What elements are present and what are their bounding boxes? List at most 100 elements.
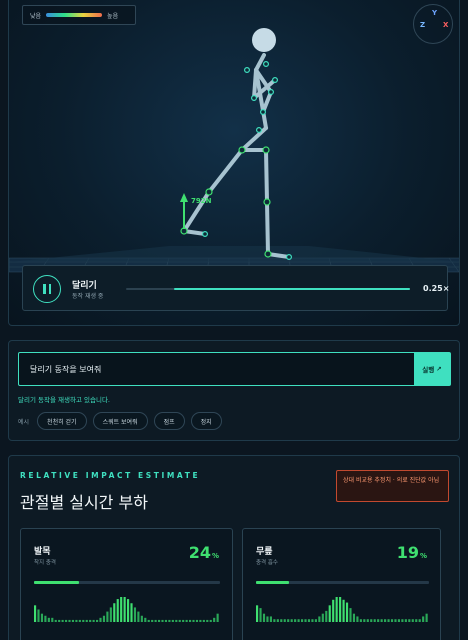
history-bar	[411, 619, 414, 622]
history-bar	[373, 619, 376, 622]
history-bar	[262, 613, 266, 622]
history-bar	[335, 597, 338, 622]
load-legend: 낮음 높음	[22, 5, 136, 25]
axis-y-label: Y	[432, 9, 438, 17]
history-bar	[175, 619, 178, 622]
joint-load-bar	[34, 581, 220, 584]
history-bar	[113, 603, 116, 622]
history-bar	[425, 613, 428, 622]
pause-icon	[43, 284, 46, 294]
history-bar	[195, 619, 199, 622]
history-bar	[206, 619, 209, 622]
history-bar	[209, 619, 212, 622]
joint-subtitle: 착지 충격	[34, 560, 56, 566]
history-bar	[283, 619, 286, 622]
motion-viewer[interactable]: 792N 낮음 높음 Y Z X 달리기 동작 재생 중 0.25×	[8, 0, 460, 326]
history-bar	[47, 617, 50, 622]
history-bar	[82, 619, 85, 622]
history-bar	[96, 619, 99, 622]
animation-title: 달리기	[72, 281, 97, 291]
history-bar	[58, 619, 61, 622]
history-bar	[123, 597, 126, 622]
history-bar	[349, 608, 352, 622]
history-bar	[109, 607, 112, 622]
history-bar	[147, 619, 150, 622]
joint-load-fill	[256, 581, 289, 584]
history-bar	[314, 619, 317, 622]
history-bar	[290, 619, 293, 622]
history-bar	[307, 619, 311, 622]
history-bar	[216, 613, 219, 622]
head	[252, 28, 276, 52]
history-bar	[158, 619, 161, 622]
pause-button[interactable]	[33, 275, 61, 303]
prompt-panel: 실행 ↗ 달리기 동작을 재생하고 있습니다. 예시 천천히 걷기 스쿼트 보여…	[8, 340, 460, 441]
history-bar	[61, 619, 64, 622]
example-chip-stop[interactable]: 정지	[190, 412, 222, 430]
history-bar	[266, 616, 269, 622]
history-bar	[380, 619, 383, 622]
impact-eyebrow: RELATIVE IMPACT ESTIMATE	[20, 471, 201, 480]
history-bar	[366, 619, 369, 622]
impact-panel: RELATIVE IMPACT ESTIMATE 관절별 실시간 부하 상대 비…	[8, 455, 460, 640]
history-bar	[256, 605, 259, 622]
joint-load-fill	[34, 581, 79, 584]
history-bar	[185, 619, 188, 622]
history-bar	[318, 616, 321, 622]
timeline-slider[interactable]	[126, 288, 410, 290]
history-bar	[144, 617, 147, 622]
history-bar	[34, 605, 37, 622]
legend-low-label: 낮음	[30, 12, 42, 20]
prompt-box: 실행 ↗	[18, 352, 451, 386]
history-bar	[325, 610, 328, 622]
history-bar	[415, 619, 418, 622]
examples-label: 예시	[18, 418, 30, 426]
history-bar	[68, 619, 71, 622]
history-bar	[164, 619, 168, 622]
history-bar	[182, 619, 185, 622]
example-chip-squat[interactable]: 스쿼트 보여줘	[92, 412, 148, 430]
history-bar	[418, 619, 421, 622]
prompt-input[interactable]	[19, 353, 407, 385]
history-bar	[161, 619, 164, 622]
history-bar	[401, 619, 404, 622]
joint-card-knee: 무릎 충격 흡수 19%	[242, 528, 441, 640]
history-bar	[321, 613, 324, 622]
skeleton	[182, 28, 291, 259]
history-bar	[44, 615, 47, 622]
history-bar	[273, 619, 276, 622]
history-bar	[276, 619, 279, 622]
history-bar	[192, 619, 195, 622]
run-button[interactable]: 실행 ↗	[414, 353, 450, 385]
joint-percent-unit: %	[211, 552, 219, 560]
history-bar	[51, 617, 54, 622]
history-bar	[213, 617, 216, 622]
history-bar	[171, 619, 174, 622]
history-bar	[394, 619, 397, 622]
joint-history-chart	[256, 597, 428, 622]
joint-percent: 24%	[189, 543, 219, 562]
axis-gizmo-icon[interactable]: Y Z X	[413, 4, 453, 44]
history-bar	[332, 599, 335, 622]
history-bar	[168, 619, 171, 622]
example-chip-walk[interactable]: 천천히 걷기	[37, 412, 87, 430]
history-bar	[397, 619, 401, 622]
history-bar	[40, 613, 44, 622]
history-bar	[199, 619, 202, 622]
history-bar	[356, 616, 359, 622]
impact-title: 관절별 실시간 부하	[20, 493, 148, 512]
history-bar	[404, 619, 407, 622]
history-bar	[102, 615, 106, 622]
playback-speed[interactable]: 0.25×	[423, 284, 449, 293]
force-label: 792N	[191, 197, 212, 205]
animation-status: 동작 재생 중	[72, 293, 104, 300]
joint-history-chart	[34, 597, 219, 622]
prompt-status: 달리기 동작을 재생하고 있습니다.	[18, 396, 110, 404]
disclaimer-badge: 상대 비교용 추정치 · 의료 진단값 아님	[336, 470, 449, 502]
history-bar	[178, 619, 181, 622]
joint-card-ankle: 발목 착지 충격 24%	[20, 528, 233, 640]
history-bar	[390, 619, 394, 622]
history-bar	[202, 619, 205, 622]
example-chip-jump[interactable]: 점프	[153, 412, 185, 430]
history-bar	[269, 616, 272, 622]
